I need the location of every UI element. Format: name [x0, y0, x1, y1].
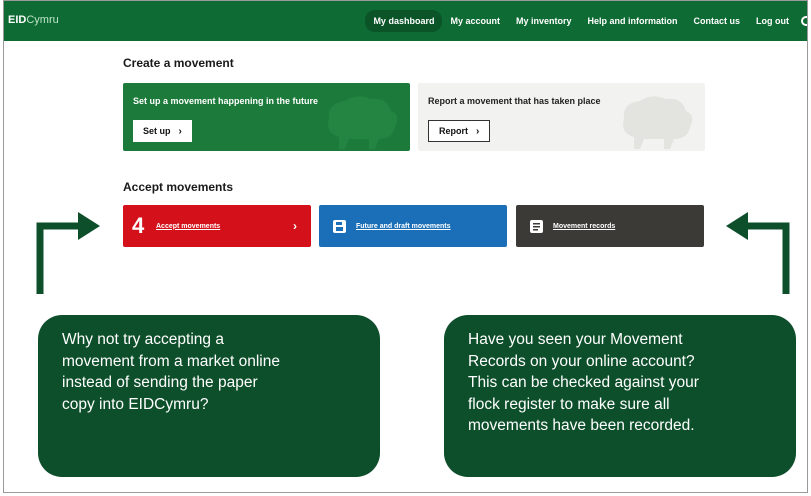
set-up-button-label: Set up	[143, 126, 171, 136]
chevron-right-icon: ›	[178, 125, 182, 137]
accept-online-callout: Why not try accepting a movement from a …	[38, 315, 380, 477]
main-nav: My dashboard My account My inventory Hel…	[365, 10, 807, 32]
movement-records-callout: Have you seen your Movement Records on y…	[444, 315, 796, 477]
set-up-button[interactable]: Set up ›	[133, 120, 192, 142]
app-window: EIDCymru My dashboard My account My inve…	[3, 0, 808, 493]
nav-contact-us[interactable]: Contact us	[685, 10, 748, 32]
chevron-right-icon: ›	[476, 125, 480, 137]
future-movement-card: Set up a movement happening in the futur…	[123, 83, 410, 151]
callout-text-line: movements have been recorded.	[468, 417, 695, 434]
movement-records-tile[interactable]: Movement records	[516, 205, 704, 247]
nav-help-and-information[interactable]: Help and information	[579, 10, 685, 32]
callout-text-line: movement from a market online	[62, 352, 280, 370]
top-navigation-bar: EIDCymru My dashboard My account My inve…	[4, 1, 807, 41]
callout-text-line: Records on your online account?	[468, 352, 695, 370]
arrow-left-icon	[726, 212, 790, 294]
callout-text-line: Why not try accepting a	[62, 331, 224, 348]
sheep-illustration	[328, 96, 398, 149]
logo-cymru-text: Cymru	[26, 14, 59, 26]
callout-text-line: instead of sending the paper	[62, 374, 258, 391]
pending-count-badge: 4	[132, 213, 145, 238]
future-and-draft-movements-tile[interactable]: Future and draft movements	[319, 205, 507, 247]
chevron-right-icon: ›	[293, 219, 297, 233]
document-icon	[530, 219, 543, 233]
future-and-draft-movements-label: Future and draft movements	[356, 222, 451, 230]
callout-text-line: copy into EIDCymru?	[62, 395, 209, 413]
past-movement-card: Report a movement that has taken place R…	[418, 83, 705, 151]
past-card-title: Report a movement that has taken place	[428, 96, 601, 106]
sheep-illustration	[623, 96, 693, 149]
callout-text-line: flock register to make sure all	[468, 395, 670, 413]
eidcymru-logo[interactable]: EIDCymru	[8, 14, 59, 26]
callout-text-line: Have you seen your Movement	[468, 331, 683, 348]
nav-log-out[interactable]: Log out	[748, 10, 797, 32]
report-button[interactable]: Report ›	[428, 120, 491, 142]
accept-movements-tile[interactable]: 4 Accept movements ›	[123, 205, 311, 247]
nav-my-dashboard[interactable]: My dashboard	[365, 10, 443, 32]
accept-movements-heading: Accept movements	[123, 180, 234, 194]
future-card-title: Set up a movement happening in the futur…	[133, 96, 319, 106]
save-icon	[333, 219, 346, 233]
accept-movements-label: Accept movements	[156, 222, 221, 230]
movement-records-label: Movement records	[553, 222, 616, 230]
arrow-right-icon	[36, 212, 100, 294]
nav-my-inventory[interactable]: My inventory	[508, 10, 580, 32]
nav-my-account[interactable]: My account	[442, 10, 508, 32]
report-button-label: Report	[439, 126, 468, 136]
callout-text-line: This can be checked against your	[468, 374, 699, 391]
create-movement-heading: Create a movement	[123, 56, 234, 70]
logo-eid-text: EID	[8, 14, 27, 26]
settings-icon[interactable]	[801, 16, 807, 26]
